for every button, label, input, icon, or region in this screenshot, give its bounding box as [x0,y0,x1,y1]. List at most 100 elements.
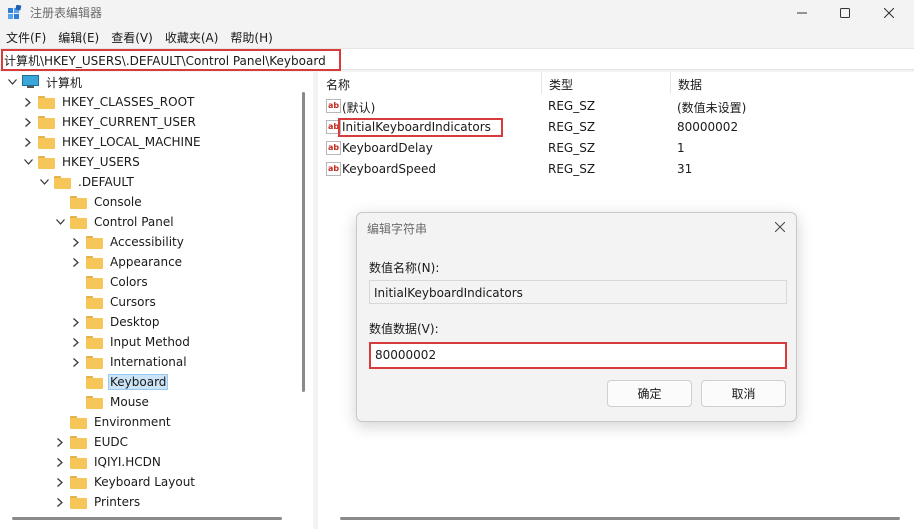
address-path[interactable]: 计算机\HKEY_USERS\.DEFAULT\Control Panel\Ke… [4,52,326,69]
value-data: (数值未设置) [677,101,747,115]
tree-item-console[interactable]: Console [54,192,144,212]
regedit-window: 注册表编辑器 文件(F) 编辑(E) 查看(V) 收藏夹(A) 帮助(H) 计算… [0,0,914,529]
folder-icon [38,95,55,109]
value-name-highlight-box [338,118,503,137]
tree-item-hkey-local-machine[interactable]: HKEY_LOCAL_MACHINE [22,132,203,152]
tree-item-control-panel[interactable]: Control Panel [54,212,176,232]
folder-icon [38,155,55,169]
tree-item-label: Keyboard [108,374,169,390]
tree-item-hkey-current-user[interactable]: HKEY_CURRENT_USER [22,112,198,132]
chevron-right-icon[interactable] [54,452,66,472]
tree-root[interactable]: 计算机 [6,72,84,92]
chevron-down-icon[interactable] [22,152,34,172]
tree-item-label: Appearance [110,255,183,269]
tree-item-keyboard-layout[interactable]: Keyboard Layout [54,472,197,492]
tree-item-hkey-users[interactable]: HKEY_USERS [22,152,142,172]
chevron-down-icon[interactable] [54,212,66,232]
value-row[interactable]: ab InitialKeyboardIndicators REG_SZ 8000… [318,117,914,138]
chevron-right-icon[interactable] [54,432,66,452]
close-icon [775,222,785,232]
values-horizontal-scroll-thumb[interactable] [340,517,900,520]
window-title: 注册表编辑器 [30,6,103,20]
tree-item-input-method[interactable]: Input Method [70,332,192,352]
chevron-right-icon[interactable] [70,312,82,332]
string-value-icon: ab [326,141,341,155]
ok-button[interactable]: 确定 [607,380,692,407]
address-bar[interactable]: 计算机\HKEY_USERS\.DEFAULT\Control Panel\Ke… [0,48,914,71]
folder-icon [70,195,87,209]
tree-item-label: HKEY_LOCAL_MACHINE [62,135,201,149]
tree-item-desktop[interactable]: Desktop [70,312,162,332]
value-type: REG_SZ [548,162,596,176]
chevron-right-icon[interactable] [22,112,34,132]
chevron-right-icon[interactable] [70,232,82,252]
value-row[interactable]: ab KeyboardDelay REG_SZ 1 [318,138,914,159]
menu-file[interactable]: 文件(F) [0,27,52,47]
folder-icon [54,175,71,189]
folder-icon [38,115,55,129]
close-button[interactable] [866,0,912,26]
tree-horizontal-scroll-thumb[interactable] [12,517,282,520]
dialog-close-button[interactable] [772,219,788,235]
column-header-type[interactable]: 类型 [541,72,671,94]
folder-icon [86,395,103,409]
folder-icon [86,315,103,329]
menu-view[interactable]: 查看(V) [105,27,159,47]
regedit-icon [8,5,22,19]
value-name: KeyboardSpeed [342,162,437,176]
tree-item-eudc[interactable]: EUDC [54,432,130,452]
column-header-name[interactable]: 名称 [318,72,541,94]
menu-bar: 文件(F) 编辑(E) 查看(V) 收藏夹(A) 帮助(H) [0,27,279,47]
maximize-button[interactable] [822,0,868,26]
menu-edit[interactable]: 编辑(E) [52,27,105,47]
value-name-label: 数值名称(N): [369,261,440,275]
chevron-right-icon[interactable] [54,472,66,492]
tree-item-hkey-classes-root[interactable]: HKEY_CLASSES_ROOT [22,92,196,112]
tree-item-label: HKEY_USERS [62,155,140,169]
folder-icon [86,235,103,249]
tree-item-keyboard[interactable]: Keyboard [70,372,169,392]
chevron-right-icon[interactable] [22,92,34,112]
chevron-right-icon[interactable] [70,352,82,372]
minimize-button[interactable] [779,0,825,26]
tree-item-international[interactable]: International [70,352,189,372]
chevron-down-icon[interactable] [38,172,50,192]
tree-vertical-scroll-thumb[interactable] [302,92,305,392]
tree-item-iqiyi-hcdn[interactable]: IQIYI.HCDN [54,452,163,472]
menu-help[interactable]: 帮助(H) [224,27,278,47]
tree-item-accessibility[interactable]: Accessibility [70,232,186,252]
maximize-icon [840,8,850,18]
value-data-label: 数值数据(V): [369,322,439,336]
tree-item-default[interactable]: .DEFAULT [38,172,136,192]
value-row[interactable]: ab (默认) REG_SZ (数值未设置) [318,96,914,117]
tree-item-label: Environment [94,415,171,429]
folder-icon [86,375,103,389]
tree-item-colors[interactable]: Colors [70,272,150,292]
dialog-title: 编辑字符串 [367,222,428,236]
string-value-icon: ab [326,162,341,176]
tree-item-cursors[interactable]: Cursors [70,292,158,312]
chevron-right-icon[interactable] [54,492,66,512]
folder-icon [86,335,103,349]
column-header-data[interactable]: 数据 [670,72,914,94]
cancel-button[interactable]: 取消 [701,380,786,407]
tree-item-label: Accessibility [110,235,184,249]
tree-item-mouse[interactable]: Mouse [70,392,151,412]
tree-item-environment[interactable]: Environment [54,412,173,432]
title-bar: 注册表编辑器 [0,0,914,26]
menu-favorites[interactable]: 收藏夹(A) [159,27,225,47]
chevron-right-icon[interactable] [22,132,34,152]
tree-item-label: Control Panel [94,215,174,229]
tree-item-appearance[interactable]: Appearance [70,252,184,272]
value-row[interactable]: ab KeyboardSpeed REG_SZ 31 [318,159,914,180]
chevron-right-icon[interactable] [70,332,82,352]
folder-icon [70,415,87,429]
chevron-down-icon[interactable] [6,72,18,92]
tree-item-printers[interactable]: Printers [54,492,142,512]
value-data-input[interactable]: 80000002 [369,342,787,369]
chevron-right-icon[interactable] [70,252,82,272]
